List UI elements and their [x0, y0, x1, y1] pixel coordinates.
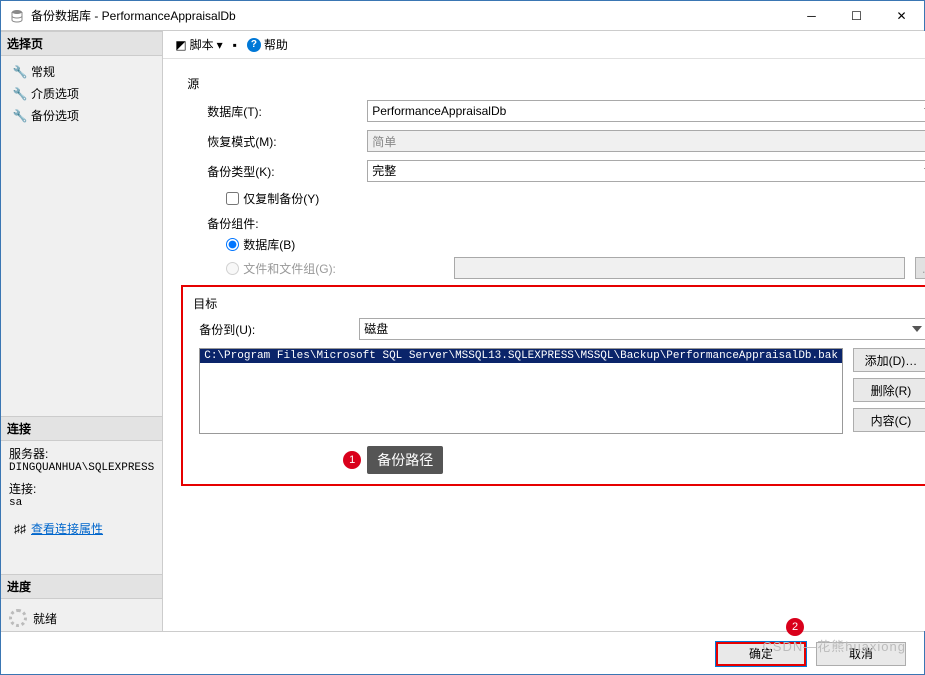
- help-icon: ?: [247, 38, 261, 52]
- script-icon: ◩: [175, 38, 186, 52]
- toolbar: ◩ 脚本 ▾ ▪ ? 帮助: [163, 31, 925, 59]
- wrench-icon: 🔧: [13, 65, 27, 79]
- sidebar-item-label: 介质选项: [31, 85, 79, 102]
- recovery-input: [367, 130, 925, 152]
- help-label: 帮助: [264, 36, 288, 53]
- progress-header: 进度: [1, 574, 162, 599]
- wrench-icon: 🔧: [13, 87, 27, 101]
- annotation-2: 2: [786, 618, 804, 636]
- dest-legend: 目标: [193, 295, 925, 312]
- sidebar: 选择页 🔧 常规 🔧 介质选项 🔧 备份选项 连接 服务器: DINGQUANHUA\…: [1, 31, 163, 631]
- annotation-text: 备份路径: [367, 446, 443, 474]
- body: 源 数据库(T): PerformanceAppraisalDb 恢复模式(M)…: [163, 59, 925, 631]
- backup-to-label: 备份到(U):: [199, 321, 359, 338]
- view-connection-props[interactable]: ♯♯ 查看连接属性: [9, 518, 154, 539]
- wrench-icon: 🔧: [13, 109, 27, 123]
- destination-list[interactable]: C:\Program Files\Microsoft SQL Server\MS…: [199, 348, 843, 434]
- window-title: 备份数据库 - PerformanceAppraisalDb: [31, 7, 789, 24]
- component-label: 备份组件:: [207, 215, 925, 232]
- maximize-button[interactable]: ☐: [834, 1, 879, 31]
- conn-value: sa: [9, 497, 154, 509]
- sidebar-item-label: 备份选项: [31, 107, 79, 124]
- script-button[interactable]: ◩ 脚本 ▾: [171, 34, 226, 55]
- help-button[interactable]: ? 帮助: [243, 34, 292, 55]
- filegroup-input: [454, 257, 905, 279]
- database-label: 数据库(T):: [207, 103, 367, 120]
- recovery-label: 恢复模式(M):: [207, 133, 367, 150]
- contents-button[interactable]: 内容(C): [853, 408, 925, 432]
- copyonly-checkbox[interactable]: [226, 192, 239, 205]
- filegroup-browse: …: [915, 257, 925, 279]
- db-icon: [9, 8, 25, 24]
- connection-icon: ♯♯: [13, 522, 27, 536]
- progress-status: 就绪: [33, 610, 57, 627]
- conn-label: 连接:: [9, 480, 154, 497]
- script-label: 脚本: [190, 36, 214, 53]
- close-button[interactable]: ✕: [879, 1, 924, 31]
- server-label: 服务器:: [9, 445, 154, 462]
- chevron-down-icon: ▾: [217, 38, 223, 52]
- content: ◩ 脚本 ▾ ▪ ? 帮助 源 数据库(T): PerformanceAppra…: [163, 31, 925, 631]
- radio-database-label: 数据库(B): [243, 236, 295, 253]
- destination-path[interactable]: C:\Program Files\Microsoft SQL Server\MS…: [200, 349, 842, 363]
- add-button[interactable]: 添加(D)…: [853, 348, 925, 372]
- backup-to-select[interactable]: 磁盘: [359, 318, 925, 340]
- footer: CSDN—花熊huaxiong 2 确定 取消: [1, 631, 924, 675]
- watermark: CSDN—花熊huaxiong: [762, 636, 906, 655]
- connection-header: 连接: [1, 416, 162, 441]
- view-props-link[interactable]: 查看连接属性: [31, 520, 103, 537]
- select-page-header: 选择页: [1, 31, 162, 56]
- annotation-badge: 2: [786, 618, 804, 636]
- destination-section: 目标 备份到(U): 磁盘 C:\Program Files\Microsoft…: [181, 285, 925, 486]
- sidebar-item-label: 常规: [31, 63, 55, 80]
- progress-icon: [9, 609, 27, 627]
- database-select[interactable]: PerformanceAppraisalDb: [367, 100, 925, 122]
- source-legend: 源: [187, 75, 925, 92]
- copyonly-label: 仅复制备份(Y): [243, 190, 319, 207]
- sidebar-item-options[interactable]: 🔧 备份选项: [9, 105, 154, 126]
- radio-files-label: 文件和文件组(G):: [243, 260, 336, 277]
- radio-files: [226, 262, 239, 275]
- separator: ▪: [233, 38, 237, 52]
- type-label: 备份类型(K):: [207, 163, 367, 180]
- annotation-badge: 1: [343, 451, 361, 469]
- main: 选择页 🔧 常规 🔧 介质选项 🔧 备份选项 连接 服务器: DINGQUANHUA\…: [1, 31, 924, 631]
- radio-database[interactable]: [226, 238, 239, 251]
- server-value: DINGQUANHUA\SQLEXPRESS: [9, 462, 154, 474]
- type-select[interactable]: 完整: [367, 160, 925, 182]
- titlebar: 备份数据库 - PerformanceAppraisalDb ─ ☐ ✕: [1, 1, 924, 31]
- minimize-button[interactable]: ─: [789, 1, 834, 31]
- annotation-1: 1 备份路径: [343, 446, 443, 474]
- sidebar-item-general[interactable]: 🔧 常规: [9, 61, 154, 82]
- remove-button[interactable]: 删除(R): [853, 378, 925, 402]
- sidebar-item-media[interactable]: 🔧 介质选项: [9, 83, 154, 104]
